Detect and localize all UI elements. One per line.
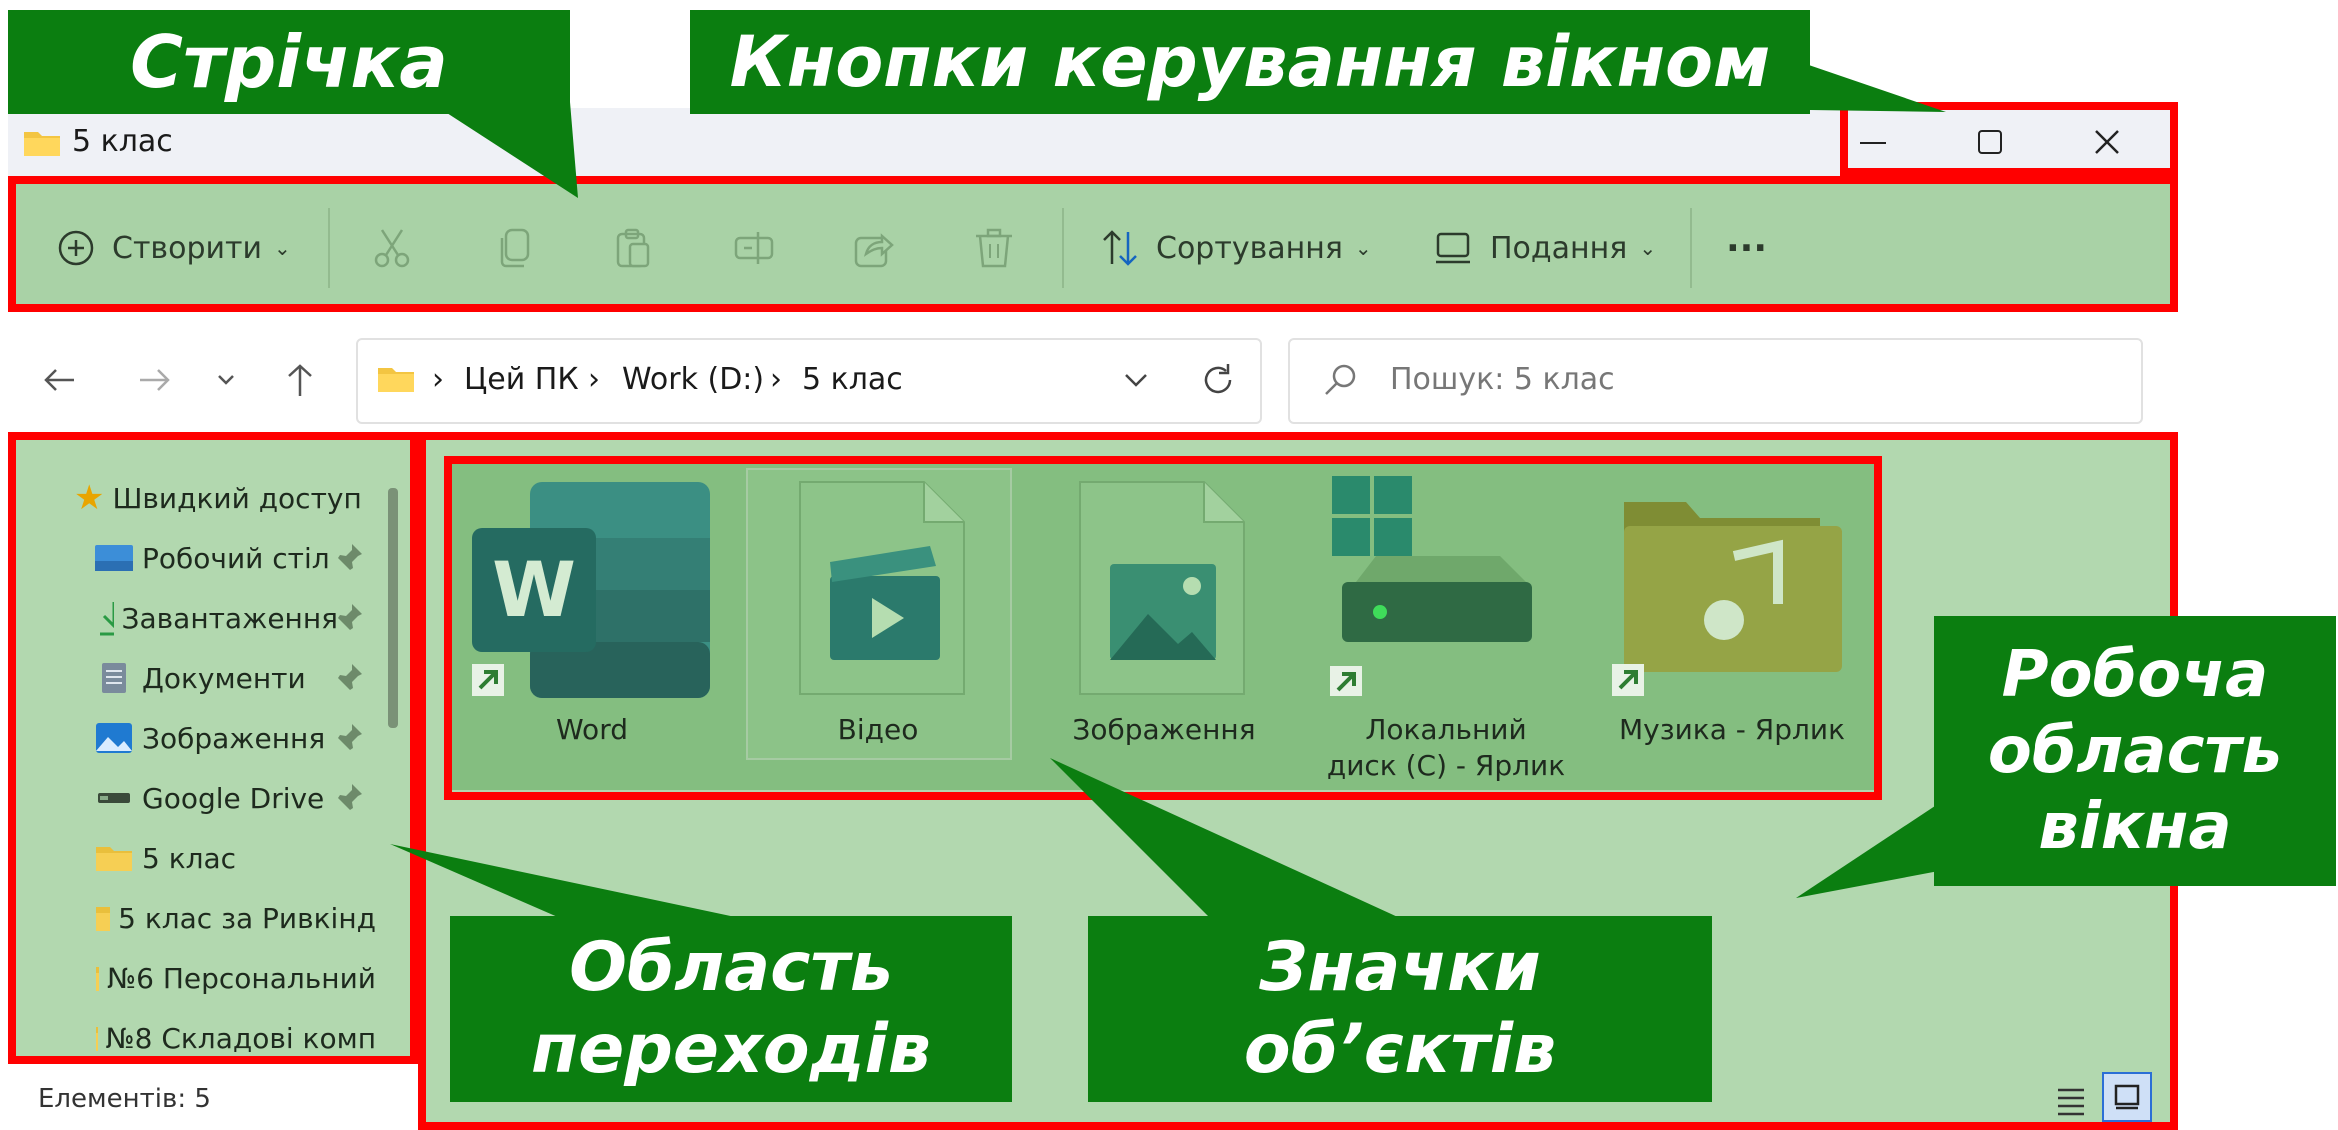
callout-object-icons: Значки об’єктів (1088, 916, 1712, 1102)
callout-nav-area: Область переходів (450, 916, 1012, 1102)
callout-work-area: Робоча область вікна (1934, 616, 2336, 886)
callout-ribbon: Стрічка (8, 10, 570, 114)
callout-window-controls: Кнопки керування вікном (690, 10, 1810, 114)
